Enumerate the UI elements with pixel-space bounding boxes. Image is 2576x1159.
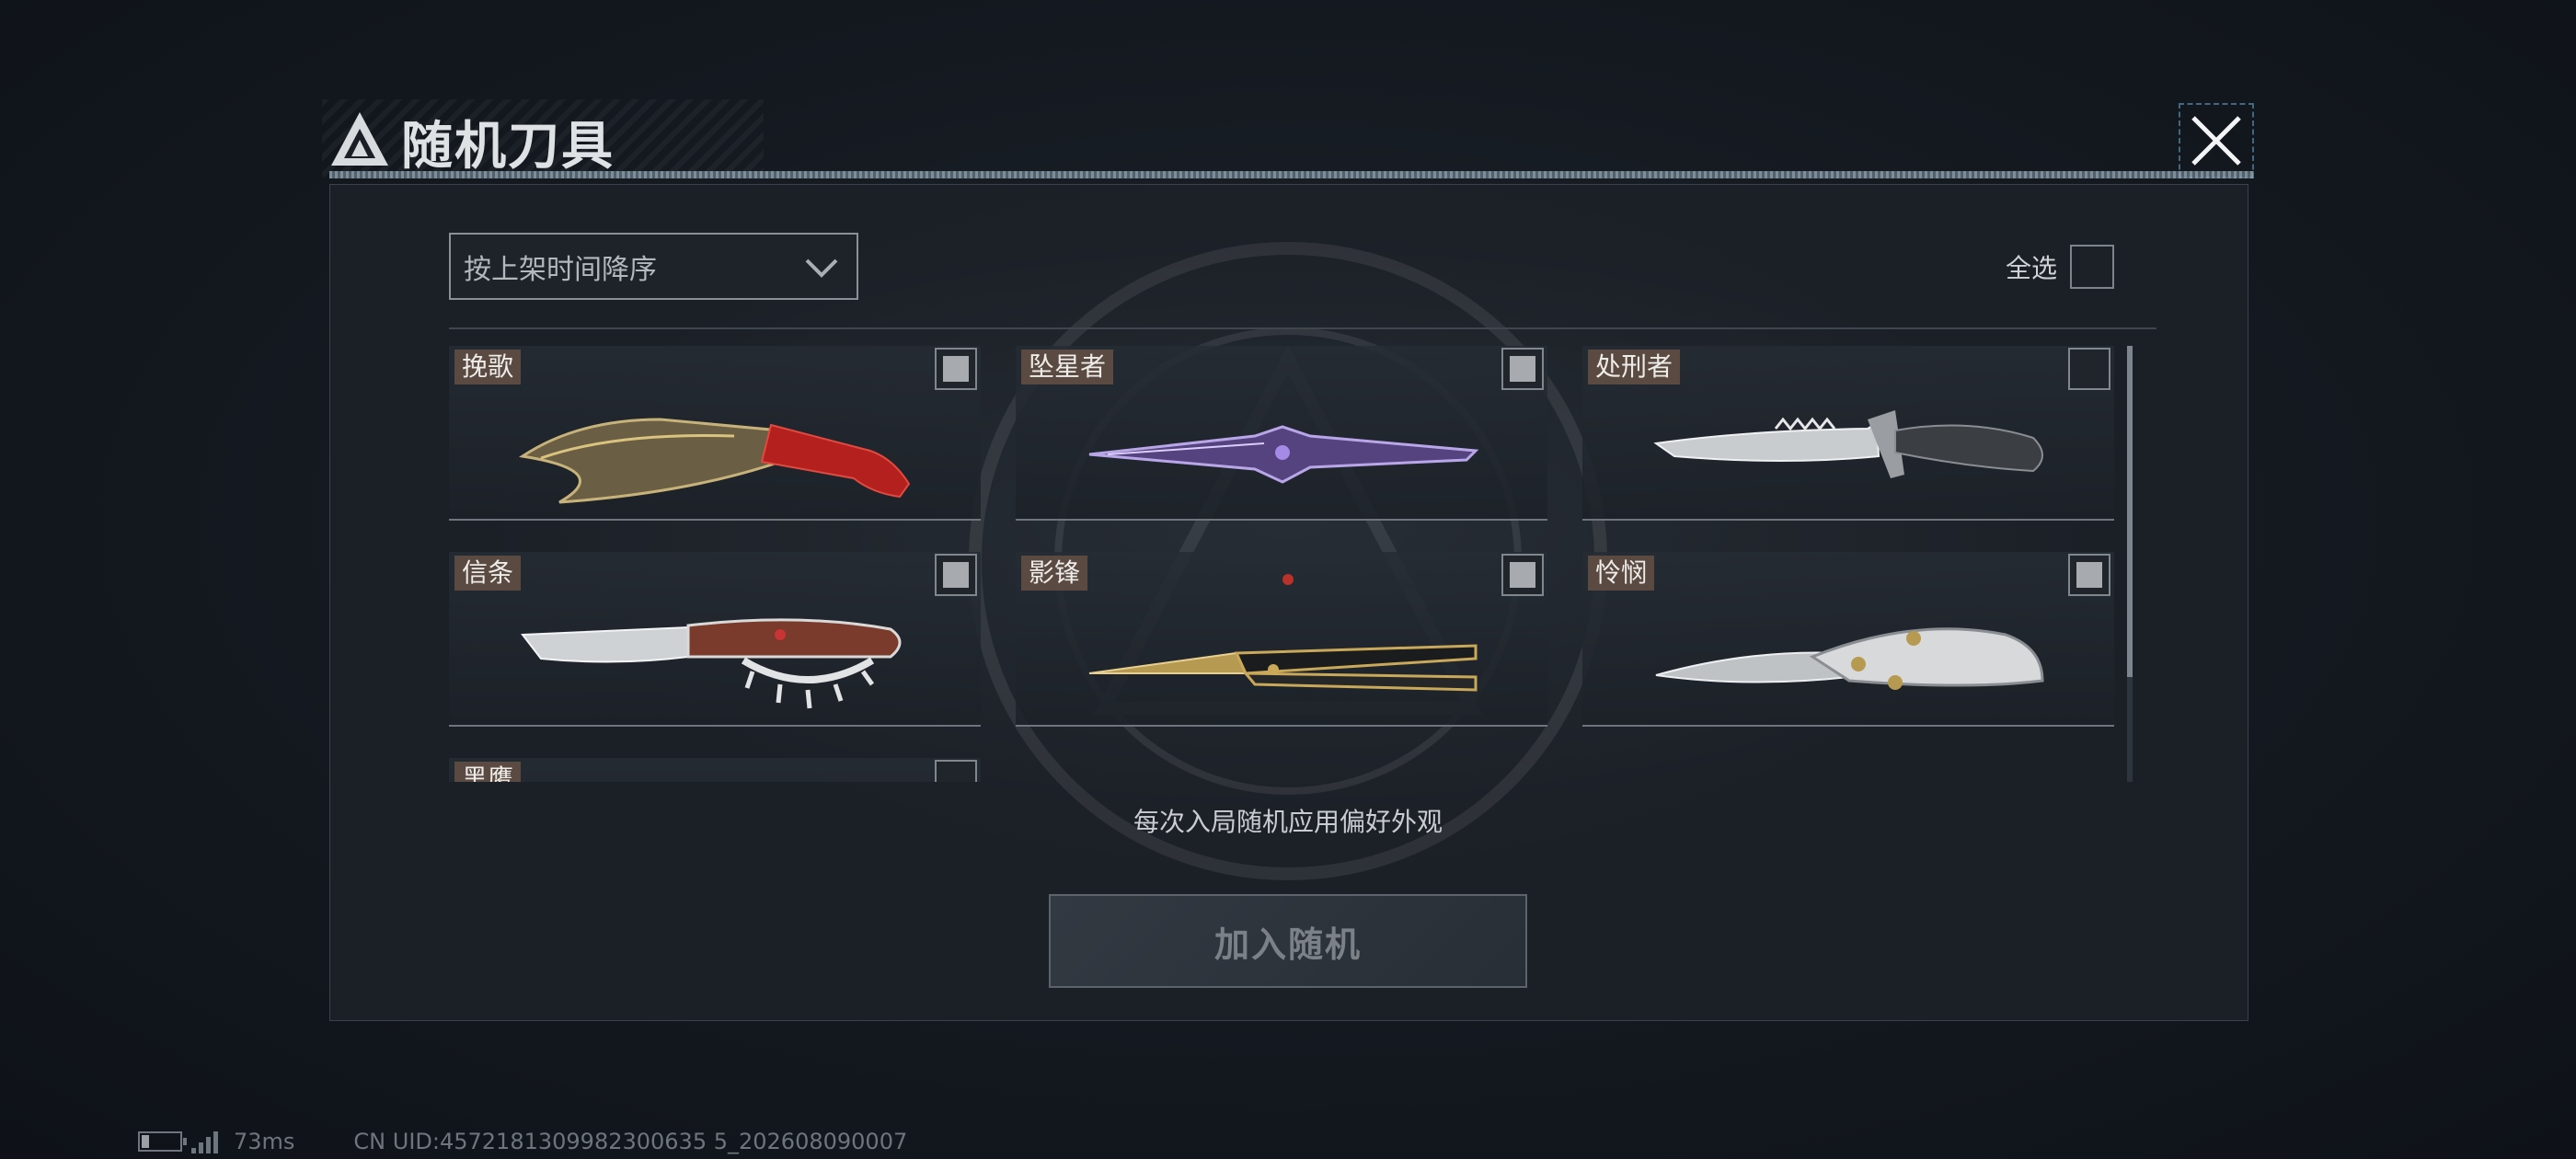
divider: [449, 327, 2156, 329]
knife-image: [1655, 627, 2044, 690]
join-random-label: 加入随机: [1213, 924, 1362, 965]
knife-checkbox[interactable]: [2068, 348, 2110, 390]
uid-readout: CN UID:4572181309982300635 5_20260809000…: [353, 1129, 908, 1154]
header-divider: [329, 171, 2254, 178]
knife-card[interactable]: 坠星者: [1016, 346, 1547, 521]
knife-name: 怜悯: [1588, 556, 1655, 591]
knife-card[interactable]: 黑鹰: [449, 758, 981, 782]
knife-image: [521, 618, 902, 709]
knife-checkbox[interactable]: [935, 348, 977, 390]
knife-card[interactable]: 信条: [449, 552, 981, 727]
knife-checkbox[interactable]: [935, 760, 977, 782]
dialog-title: 随机刀具: [401, 117, 615, 177]
knife-card[interactable]: 处刑者: [1582, 346, 2114, 521]
knife-image: [1653, 410, 2043, 478]
sort-dropdown-value: 按上架时间降序: [464, 253, 657, 286]
select-all-label: 全选: [2006, 253, 2058, 283]
knife-card[interactable]: 挽歌: [449, 346, 981, 521]
knife-checkbox[interactable]: [1501, 554, 1544, 596]
knife-image: [1088, 425, 1479, 484]
logo-icon: [331, 112, 388, 166]
knife-name: 挽歌: [454, 350, 522, 384]
knife-name: 处刑者: [1588, 350, 1681, 384]
chevron-down-icon: [805, 258, 838, 278]
notification-dot: [1282, 574, 1294, 585]
knife-name: 黑鹰: [454, 762, 522, 782]
status-bar: 73ms CN UID:4572181309982300635 5_202608…: [138, 1128, 907, 1155]
knife-image: [518, 418, 911, 504]
knife-grid: 挽歌 坠星者 处刑者 信条 影锋 怜悯 黑鹰: [449, 346, 2133, 782]
close-button[interactable]: [2179, 103, 2254, 178]
hint-text: 每次入局随机应用偏好外观: [1133, 807, 1443, 837]
knife-name: 影锋: [1021, 556, 1088, 591]
ping-readout: 73ms: [234, 1129, 295, 1154]
knife-card[interactable]: 影锋: [1016, 552, 1547, 727]
signal-icon: [191, 1130, 221, 1153]
sort-dropdown[interactable]: 按上架时间降序: [449, 233, 858, 300]
select-all-checkbox[interactable]: [2070, 245, 2115, 289]
join-random-button[interactable]: 加入随机: [1049, 894, 1527, 988]
select-all[interactable]: 全选: [2006, 245, 2115, 289]
knife-card[interactable]: 怜悯: [1582, 552, 2114, 727]
dialog-header: 随机刀具: [322, 99, 2254, 184]
knife-checkbox[interactable]: [1501, 348, 1544, 390]
knife-checkbox[interactable]: [935, 554, 977, 596]
knife-checkbox[interactable]: [2068, 554, 2110, 596]
close-icon: [2191, 116, 2241, 166]
knife-name: 信条: [454, 556, 522, 591]
battery-icon: [138, 1131, 187, 1152]
knife-name: 坠星者: [1021, 350, 1114, 384]
knife-image: [1088, 644, 1478, 692]
scrollbar-thumb[interactable]: [2127, 346, 2133, 677]
